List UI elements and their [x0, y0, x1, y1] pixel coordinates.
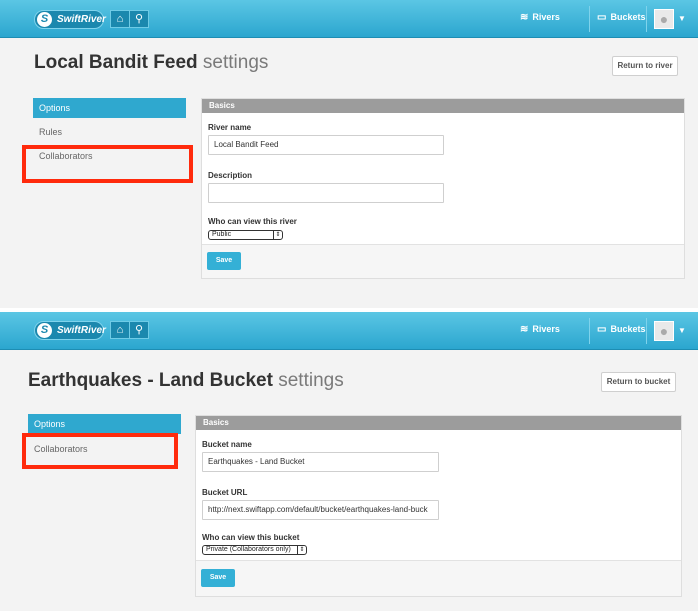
- visibility-select[interactable]: Public ⇕: [208, 230, 283, 240]
- description-input[interactable]: [208, 183, 444, 203]
- top-navbar: S SwiftRiver ⌂ ⚲ ≋ Rivers ▭ Buckets ● ▼: [0, 312, 698, 350]
- sidebar-item-options[interactable]: Options: [33, 98, 186, 118]
- return-to-river-button[interactable]: Return to river: [612, 56, 678, 76]
- rivers-nav-link[interactable]: ≋ Rivers: [520, 324, 560, 335]
- river-name-label: River name: [208, 123, 252, 132]
- rivers-icon: ≋: [520, 12, 529, 23]
- basics-card: Basics River name Local Bandit Feed Desc…: [201, 98, 685, 279]
- swiftriver-logo-icon: S: [37, 323, 52, 338]
- sidebar-item-options[interactable]: Options: [28, 414, 181, 434]
- visibility-select[interactable]: Private (Collaborators only) ⇕: [202, 545, 307, 555]
- brand-name: SwiftRiver: [57, 325, 106, 336]
- highlight-box: [22, 145, 193, 183]
- rivers-icon: ≋: [520, 324, 529, 335]
- home-icon[interactable]: ⌂: [110, 321, 130, 339]
- page-title: Earthquakes - Land Bucket settings: [28, 370, 344, 391]
- nav-divider: [589, 6, 590, 32]
- bucket-settings-screen: S SwiftRiver ⌂ ⚲ ≋ Rivers ▭ Buckets ● ▼ Ea…: [0, 312, 698, 611]
- card-footer: Save: [202, 244, 684, 278]
- section-header: Basics: [202, 99, 684, 113]
- highlight-box: [22, 433, 178, 469]
- user-avatar[interactable]: ●: [654, 321, 674, 341]
- bucket-url-label: Bucket URL: [202, 488, 248, 497]
- river-settings-screen: S SwiftRiver ⌂ ⚲ ≋ Rivers ▭ Buckets ● ▼ Lo…: [0, 0, 698, 308]
- nav-divider: [589, 318, 590, 344]
- save-button[interactable]: Save: [201, 569, 235, 587]
- home-icon[interactable]: ⌂: [110, 10, 130, 28]
- buckets-nav-link[interactable]: ▭ Buckets: [597, 324, 645, 335]
- bucket-icon: ▭: [597, 324, 607, 335]
- bucket-name-input[interactable]: Earthquakes - Land Bucket: [202, 452, 439, 472]
- bucket-url-input[interactable]: http://next.swiftapp.com/default/bucket/…: [202, 500, 439, 520]
- nav-divider: [646, 6, 647, 32]
- bucket-name-label: Bucket name: [202, 440, 252, 449]
- nav-divider: [646, 318, 647, 344]
- select-arrows-icon: ⇕: [273, 231, 282, 239]
- card-footer: Save: [196, 560, 681, 596]
- brand-name: SwiftRiver: [57, 14, 106, 25]
- save-button[interactable]: Save: [207, 252, 241, 270]
- chevron-down-icon[interactable]: ▼: [678, 14, 686, 23]
- chevron-down-icon[interactable]: ▼: [678, 326, 686, 335]
- swiftriver-logo[interactable]: S SwiftRiver: [34, 321, 106, 340]
- visibility-label: Who can view this bucket: [202, 533, 300, 542]
- visibility-label: Who can view this river: [208, 217, 297, 226]
- bucket-icon: ▭: [597, 12, 607, 23]
- rivers-nav-link[interactable]: ≋ Rivers: [520, 12, 560, 23]
- select-arrows-icon: ⇕: [297, 546, 306, 554]
- section-header: Basics: [196, 416, 681, 430]
- search-icon[interactable]: ⚲: [129, 10, 149, 28]
- swiftriver-logo-icon: S: [37, 12, 52, 27]
- basics-card: Basics Bucket name Earthquakes - Land Bu…: [195, 415, 682, 597]
- top-navbar: S SwiftRiver ⌂ ⚲ ≋ Rivers ▭ Buckets ● ▼: [0, 0, 698, 38]
- description-label: Description: [208, 171, 253, 180]
- search-icon[interactable]: ⚲: [129, 321, 149, 339]
- swiftriver-logo[interactable]: S SwiftRiver: [34, 10, 106, 29]
- river-name-input[interactable]: Local Bandit Feed: [208, 135, 444, 155]
- buckets-nav-link[interactable]: ▭ Buckets: [597, 12, 645, 23]
- user-avatar[interactable]: ●: [654, 9, 674, 29]
- page-title: Local Bandit Feed settings: [34, 52, 269, 73]
- return-to-bucket-button[interactable]: Return to bucket: [601, 372, 676, 392]
- sidebar-item-rules[interactable]: Rules: [33, 122, 186, 142]
